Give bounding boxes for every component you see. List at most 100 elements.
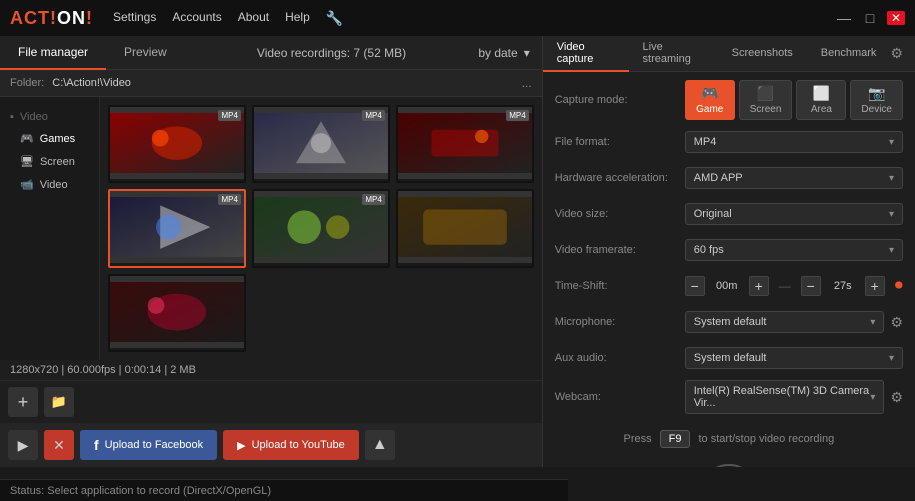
hw-accel-dropdown[interactable]: AMD APP ▾ <box>685 167 903 189</box>
bottom-controls: ▶ ✕ f Upload to Facebook ▶ Upload to You… <box>0 423 542 467</box>
webcam-dropdown-icon: ▾ <box>870 392 875 403</box>
capture-mode-buttons: 🎮 Game ⬛ Screen ⬜ Area 📷 <box>685 80 903 120</box>
timeshift-value2: 27s <box>827 280 859 292</box>
press-to-label: to start/stop video recording <box>698 433 834 445</box>
left-panel: File manager Preview Video recordings: 7… <box>0 36 543 467</box>
microphone-control: System default ▾ ⚙ <box>685 311 903 333</box>
main-layout: File manager Preview Video recordings: 7… <box>0 36 915 467</box>
webcam-control: Intel(R) RealSense(TM) 3D Camera Vir... … <box>685 380 903 414</box>
timeshift-record-icon[interactable]: ⏺ <box>895 277 903 295</box>
tab-preview[interactable]: Preview <box>106 36 185 70</box>
device-capture-icon: 📷 <box>868 85 885 102</box>
sidebar-section-label: Video <box>20 111 48 123</box>
screen-capture-icon: ⬛ <box>757 85 774 102</box>
capture-btn-area[interactable]: ⬜ Area <box>796 80 846 120</box>
sidebar-item-video[interactable]: 📹 Video <box>0 173 99 196</box>
video-thumb-0[interactable]: MP4Video 9-23-2016 23-54-56.mp4 <box>108 105 246 183</box>
time-shift-control: − 00m + — − 27s + ⏺ <box>685 276 903 296</box>
tab-file-manager[interactable]: File manager <box>0 36 106 70</box>
sort-dropdown-icon: ▾ <box>524 46 530 60</box>
video-framerate-dropdown-icon: ▾ <box>889 245 894 256</box>
folder-options-button[interactable]: ... <box>522 76 532 90</box>
thumb-badge-4: MP4 <box>362 194 384 205</box>
nav-settings[interactable]: Settings <box>113 10 156 27</box>
timeshift-value1: 00m <box>711 280 743 292</box>
webcam-gear-icon[interactable]: ⚙ <box>890 389 903 406</box>
thumb-label-0: Video 9-23-2016 23-54-56.mp4 <box>110 179 244 183</box>
video-framerate-control: 60 fps ▾ <box>685 239 903 261</box>
timeshift-minus2-btn[interactable]: − <box>801 276 821 296</box>
capture-btn-device[interactable]: 📷 Device <box>850 80 903 120</box>
webcam-dropdown[interactable]: Intel(R) RealSense(TM) 3D Camera Vir... … <box>685 380 885 414</box>
capture-mode-control: 🎮 Game ⬛ Screen ⬜ Area 📷 <box>685 80 903 120</box>
hw-accel-row: Hardware acceleration: AMD APP ▾ <box>555 164 903 192</box>
video-framerate-dropdown[interactable]: 60 fps ▾ <box>685 239 903 261</box>
tab-screenshots[interactable]: Screenshots <box>718 36 807 72</box>
settings-gear-icon[interactable]: ⚙ <box>890 45 915 62</box>
sidebar-item-games[interactable]: 🎮 Games <box>0 127 99 150</box>
microphone-value: System default <box>694 316 767 328</box>
settings-content: Capture mode: 🎮 Game ⬛ Screen ⬜ <box>543 72 915 467</box>
hw-accel-control: AMD APP ▾ <box>685 167 903 189</box>
thumb-label-6: Game 2-9-2015 14-07-22.avi <box>110 348 244 352</box>
capture-btn-game[interactable]: 🎮 Game <box>685 80 735 120</box>
video-thumb-5[interactable]: Game 2-9-2015 14-08-31.avi <box>396 189 534 267</box>
microphone-dropdown[interactable]: System default ▾ <box>685 311 885 333</box>
tab-video-capture[interactable]: Video capture <box>543 36 629 72</box>
capture-btn-screen[interactable]: ⬛ Screen <box>739 80 793 120</box>
video-thumb-4[interactable]: MP4Game 2-9-2015 14-12-33.mp4 <box>252 189 390 267</box>
thumb-badge-1: MP4 <box>362 110 384 121</box>
sort-control[interactable]: by date ▾ <box>478 46 541 60</box>
video-thumb-3[interactable]: MP4Game 2-9-2015 14-14-47.mp4 <box>108 189 246 267</box>
video-thumb-2[interactable]: MP4Game 2-9-2015 15-05-50.mp4 <box>396 105 534 183</box>
play-button[interactable]: ▶ <box>8 430 38 460</box>
right-panel: Video capture Live streaming Screenshots… <box>543 36 915 467</box>
wrench-icon[interactable]: 🔧 <box>326 10 343 27</box>
video-size-row: Video size: Original ▾ <box>555 200 903 228</box>
rec-button[interactable]: REC <box>699 464 759 467</box>
webcam-row: Webcam: Intel(R) RealSense(TM) 3D Camera… <box>555 380 903 414</box>
upload-youtube-button[interactable]: ▶ Upload to YouTube <box>223 430 359 460</box>
folder-bar: Folder: C:\Action!\Video ... <box>0 70 542 97</box>
timeshift-controls: − 00m + — − 27s + ⏺ <box>685 276 903 296</box>
capture-btn-game-label: Game <box>696 104 723 115</box>
video-section-icon: ▪ <box>10 111 14 123</box>
tab-benchmark[interactable]: Benchmark <box>807 36 891 72</box>
nav-accounts[interactable]: Accounts <box>172 10 221 27</box>
maximize-button[interactable]: □ <box>861 11 879 25</box>
video-framerate-value: 60 fps <box>694 244 724 256</box>
microphone-gear-icon[interactable]: ⚙ <box>890 314 903 331</box>
stop-button[interactable]: ✕ <box>44 430 74 460</box>
thumb-label-3: Game 2-9-2015 14-14-47.mp4 <box>110 263 244 267</box>
timeshift-plus2-btn[interactable]: + <box>865 276 885 296</box>
tab-live-streaming[interactable]: Live streaming <box>629 36 718 72</box>
video-icon: 📹 <box>20 178 34 191</box>
video-thumb-1[interactable]: MP4Game 2-9-2015 13-09-02.mp4 <box>252 105 390 183</box>
timeshift-plus-btn[interactable]: + <box>749 276 769 296</box>
facebook-icon: f <box>94 437 99 453</box>
file-format-dropdown[interactable]: MP4 ▾ <box>685 131 903 153</box>
open-folder-button[interactable]: 📁 <box>44 387 74 417</box>
minimize-button[interactable]: — <box>835 11 853 25</box>
game-capture-icon: 🎮 <box>701 85 718 102</box>
video-thumb-6[interactable]: Game 2-9-2015 14-07-22.avi <box>108 274 246 352</box>
sidebar-item-video-label: Video <box>40 179 68 191</box>
nav-about[interactable]: About <box>238 10 269 27</box>
timeshift-minus-btn[interactable]: − <box>685 276 705 296</box>
nav-help[interactable]: Help <box>285 10 310 27</box>
games-icon: 🎮 <box>20 132 34 145</box>
press-label: Press <box>624 433 652 445</box>
video-size-dropdown-icon: ▾ <box>889 209 894 220</box>
capture-btn-device-label: Device <box>861 104 892 115</box>
capture-btn-area-label: Area <box>811 104 832 115</box>
upload-arrow-button[interactable]: ▲ <box>365 430 395 460</box>
upload-facebook-button[interactable]: f Upload to Facebook <box>80 430 217 460</box>
file-format-row: File format: MP4 ▾ <box>555 128 903 156</box>
sidebar-item-screen[interactable]: 🖥 Screen <box>0 150 99 173</box>
time-shift-label: Time-Shift: <box>555 280 685 292</box>
close-button[interactable]: ✕ <box>887 11 905 25</box>
video-size-dropdown[interactable]: Original ▾ <box>685 203 903 225</box>
aux-audio-dropdown[interactable]: System default ▾ <box>685 347 903 369</box>
add-button[interactable]: + <box>8 387 38 417</box>
window-controls: — □ ✕ <box>835 11 905 25</box>
